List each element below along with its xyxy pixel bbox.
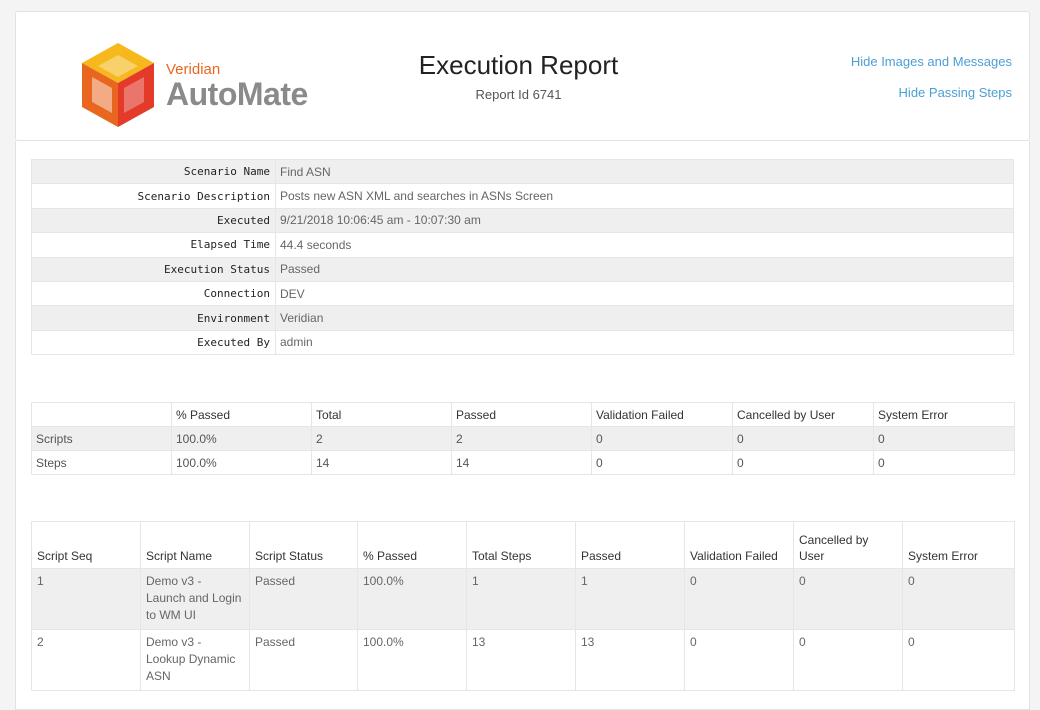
summary-header-cell: System Error [873,402,1015,427]
script-cell: 100.0% [357,568,467,630]
detail-label: Environment [31,305,276,331]
summary-cell: 0 [591,426,733,451]
script-cell: 0 [793,568,903,630]
summary-header-cell: Validation Failed [591,402,733,427]
detail-row: Environment Veridian [31,305,1014,331]
scripts-header-cell: System Error [902,521,1015,569]
hide-passing-steps-link[interactable]: Hide Passing Steps [899,85,1012,100]
script-status-cell: Passed [249,568,358,630]
detail-row: Scenario Name Find ASN [31,158,1014,185]
detail-label: Execution Status [31,256,276,282]
script-cell: 2 [31,629,141,691]
report-id: Report Id 6741 [475,87,562,102]
summary-row: Scripts 100.0% 2 2 0 0 0 [31,426,1015,451]
script-cell: 1 [575,568,685,630]
scripts-header-cell: Passed [575,521,685,569]
detail-label: Executed By [31,329,276,356]
scenario-details-table: Scenario Name Find ASN Scenario Descript… [31,158,1014,356]
detail-label: Scenario Name [31,158,276,185]
scripts-panel: Script Seq Script Name Script Status % P… [15,505,1030,710]
detail-label: Executed [31,207,276,234]
summary-cell: 14 [451,450,592,475]
detail-value: admin [275,329,1014,356]
summary-cell: 0 [732,426,874,451]
summary-cell: 14 [311,450,452,475]
detail-row: Executed 9/21/2018 10:06:45 am - 10:07:3… [31,207,1014,234]
summary-table: % Passed Total Passed Validation Failed … [31,402,1015,475]
scripts-table: Script Seq Script Name Script Status % P… [31,521,1015,691]
page-title: Execution Report [418,50,619,80]
summary-header-cell: Total [311,402,452,427]
report-header: Veridian AutoMate Execution Report Repor… [15,11,1030,141]
script-name-cell: Demo v3 - Launch and Login to WM UI [140,568,250,630]
detail-value: Veridian [275,305,1014,331]
scripts-header-cell: Script Name [140,521,250,569]
detail-value: Passed [275,256,1014,282]
summary-cell: 2 [311,426,452,451]
summary-cell: Steps [31,450,172,475]
detail-label: Connection [31,280,276,307]
detail-value: Find ASN [275,158,1014,185]
script-cell: 0 [684,568,794,630]
detail-row: Executed By admin [31,329,1014,356]
detail-value: 9/21/2018 10:06:45 am - 10:07:30 am [275,207,1014,234]
scripts-header-cell: Script Seq [31,521,141,569]
scripts-header-cell: % Passed [357,521,467,569]
summary-cell: Scripts [31,426,172,451]
summary-cell: 0 [732,450,874,475]
summary-cell: 0 [873,450,1015,475]
execution-summary-panel: % Passed Total Passed Validation Failed … [15,384,1030,506]
script-cell: 1 [31,568,141,630]
summary-cell: 100.0% [171,426,312,451]
summary-row: Steps 100.0% 14 14 0 0 0 [31,450,1015,475]
script-name-cell: Demo v3 - Lookup Dynamic ASN [140,629,250,691]
detail-row: Execution Status Passed [31,256,1014,282]
detail-value: Posts new ASN XML and searches in ASNs S… [275,183,1014,209]
scripts-header-cell: Script Status [249,521,358,569]
scripts-header-cell: Cancelled by User [793,521,903,569]
summary-header-cell: Passed [451,402,592,427]
detail-value: 44.4 seconds [275,232,1014,258]
scripts-header-cell: Validation Failed [684,521,794,569]
script-cell: 0 [793,629,903,691]
scripts-header-cell: Total Steps [466,521,576,569]
script-cell: 1 [466,568,576,630]
summary-cell: 2 [451,426,592,451]
script-cell: 100.0% [357,629,467,691]
script-cell: 13 [575,629,685,691]
summary-header-cell: % Passed [171,402,312,427]
detail-row: Connection DEV [31,280,1014,307]
cube-logo-icon [82,43,154,127]
detail-label: Scenario Description [31,183,276,209]
scripts-header-row: Script Seq Script Name Script Status % P… [31,521,1015,569]
summary-header-cell: Cancelled by User [732,402,874,427]
script-status-cell: Passed [249,629,358,691]
summary-header-row: % Passed Total Passed Validation Failed … [31,402,1015,427]
script-cell: 13 [466,629,576,691]
script-cell: 0 [902,568,1015,630]
detail-value: DEV [275,280,1014,307]
script-row[interactable]: 2 Demo v3 - Lookup Dynamic ASN Passed 10… [31,629,1015,691]
logo-brand-big: AutoMate [166,76,308,112]
detail-row: Scenario Description Posts new ASN XML a… [31,183,1014,209]
summary-cell: 0 [591,450,733,475]
summary-cell: 100.0% [171,450,312,475]
detail-row: Elapsed Time 44.4 seconds [31,232,1014,258]
veridian-automate-logo: Veridian AutoMate [82,43,322,127]
script-cell: 0 [902,629,1015,691]
summary-cell: 0 [873,426,1015,451]
script-row[interactable]: 1 Demo v3 - Launch and Login to WM UI Pa… [31,568,1015,630]
hide-images-messages-link[interactable]: Hide Images and Messages [851,54,1012,69]
detail-label: Elapsed Time [31,232,276,258]
scenario-details-panel: Scenario Name Find ASN Scenario Descript… [15,141,1030,385]
script-cell: 0 [684,629,794,691]
summary-header-cell [31,402,172,427]
